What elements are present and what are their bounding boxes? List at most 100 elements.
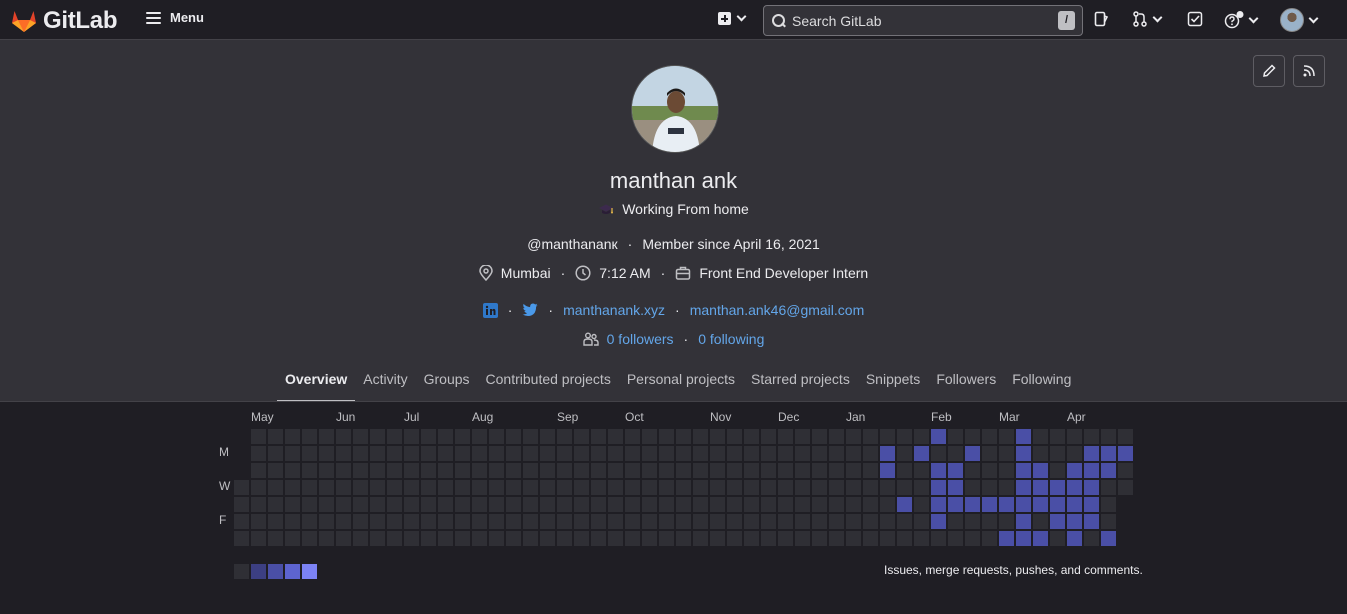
tab-following[interactable]: Following	[1004, 364, 1079, 402]
contribution-day-cell[interactable]	[931, 514, 946, 529]
contribution-day-cell[interactable]	[897, 531, 912, 546]
contribution-day-cell[interactable]	[455, 531, 470, 546]
contribution-day-cell[interactable]	[302, 514, 317, 529]
contribution-day-cell[interactable]	[880, 531, 895, 546]
contribution-day-cell[interactable]	[251, 463, 266, 478]
contribution-day-cell[interactable]	[574, 531, 589, 546]
contribution-day-cell[interactable]	[965, 514, 980, 529]
contribution-day-cell[interactable]	[999, 531, 1014, 546]
contribution-day-cell[interactable]	[506, 531, 521, 546]
contribution-day-cell[interactable]	[472, 531, 487, 546]
contribution-day-cell[interactable]	[404, 497, 419, 512]
contribution-day-cell[interactable]	[812, 531, 827, 546]
contribution-day-cell[interactable]	[489, 497, 504, 512]
contribution-day-cell[interactable]	[336, 480, 351, 495]
contribution-day-cell[interactable]	[353, 514, 368, 529]
contribution-day-cell[interactable]	[710, 429, 725, 444]
contribution-day-cell[interactable]	[761, 446, 776, 461]
contribution-day-cell[interactable]	[268, 497, 283, 512]
contribution-day-cell[interactable]	[625, 531, 640, 546]
contribution-day-cell[interactable]	[642, 514, 657, 529]
contribution-day-cell[interactable]	[319, 514, 334, 529]
contribution-day-cell[interactable]	[387, 463, 402, 478]
contribution-day-cell[interactable]	[1016, 480, 1031, 495]
contribution-day-cell[interactable]	[506, 514, 521, 529]
contribution-day-cell[interactable]	[523, 446, 538, 461]
contribution-day-cell[interactable]	[268, 514, 283, 529]
contribution-day-cell[interactable]	[880, 480, 895, 495]
contribution-day-cell[interactable]	[897, 497, 912, 512]
contribution-day-cell[interactable]	[472, 446, 487, 461]
contribution-day-cell[interactable]	[778, 480, 793, 495]
contribution-day-cell[interactable]	[285, 497, 300, 512]
contribution-day-cell[interactable]	[625, 514, 640, 529]
contribution-day-cell[interactable]	[370, 429, 385, 444]
contribution-day-cell[interactable]	[251, 497, 266, 512]
contribution-day-cell[interactable]	[1084, 514, 1099, 529]
contribution-day-cell[interactable]	[948, 480, 963, 495]
contribution-day-cell[interactable]	[557, 446, 572, 461]
contribution-day-cell[interactable]	[880, 514, 895, 529]
contribution-day-cell[interactable]	[710, 480, 725, 495]
contribution-day-cell[interactable]	[795, 531, 810, 546]
contribution-day-cell[interactable]	[693, 514, 708, 529]
contribution-day-cell[interactable]	[982, 463, 997, 478]
contribution-day-cell[interactable]	[863, 463, 878, 478]
contribution-day-cell[interactable]	[897, 446, 912, 461]
contribution-day-cell[interactable]	[523, 480, 538, 495]
contribution-day-cell[interactable]	[302, 497, 317, 512]
contribution-day-cell[interactable]	[557, 497, 572, 512]
contribution-day-cell[interactable]	[353, 531, 368, 546]
contribution-day-cell[interactable]	[897, 429, 912, 444]
contribution-day-cell[interactable]	[999, 514, 1014, 529]
contribution-day-cell[interactable]	[795, 446, 810, 461]
contribution-day-cell[interactable]	[846, 446, 861, 461]
contribution-day-cell[interactable]	[863, 429, 878, 444]
contribution-day-cell[interactable]	[914, 429, 929, 444]
contribution-day-cell[interactable]	[744, 463, 759, 478]
contribution-day-cell[interactable]	[268, 463, 283, 478]
contribution-day-cell[interactable]	[523, 514, 538, 529]
contribution-day-cell[interactable]	[727, 497, 742, 512]
contribution-day-cell[interactable]	[319, 531, 334, 546]
contribution-day-cell[interactable]	[1084, 531, 1099, 546]
contribution-day-cell[interactable]	[1118, 480, 1133, 495]
contribution-day-cell[interactable]	[574, 480, 589, 495]
contribution-day-cell[interactable]	[1101, 514, 1116, 529]
contribution-day-cell[interactable]	[676, 463, 691, 478]
contribution-day-cell[interactable]	[693, 531, 708, 546]
contribution-day-cell[interactable]	[948, 429, 963, 444]
contribution-day-cell[interactable]	[710, 531, 725, 546]
contribution-day-cell[interactable]	[353, 480, 368, 495]
contribution-day-cell[interactable]	[880, 497, 895, 512]
contribution-day-cell[interactable]	[302, 429, 317, 444]
contribution-day-cell[interactable]	[489, 480, 504, 495]
contribution-day-cell[interactable]	[931, 463, 946, 478]
contribution-day-cell[interactable]	[251, 514, 266, 529]
contribution-day-cell[interactable]	[914, 446, 929, 461]
contribution-day-cell[interactable]	[778, 514, 793, 529]
contribution-day-cell[interactable]	[421, 463, 436, 478]
contribution-day-cell[interactable]	[693, 446, 708, 461]
linkedin-icon[interactable]	[482, 302, 498, 318]
contribution-day-cell[interactable]	[370, 514, 385, 529]
contribution-day-cell[interactable]	[693, 429, 708, 444]
tab-starred-projects[interactable]: Starred projects	[743, 364, 858, 402]
contribution-day-cell[interactable]	[251, 480, 266, 495]
contribution-day-cell[interactable]	[438, 446, 453, 461]
contribution-day-cell[interactable]	[1067, 531, 1082, 546]
contribution-day-cell[interactable]	[336, 497, 351, 512]
contribution-day-cell[interactable]	[557, 429, 572, 444]
contribution-day-cell[interactable]	[268, 531, 283, 546]
contribution-day-cell[interactable]	[982, 514, 997, 529]
tab-overview[interactable]: Overview	[277, 364, 356, 402]
contribution-day-cell[interactable]	[591, 463, 606, 478]
contribution-day-cell[interactable]	[608, 531, 623, 546]
contribution-day-cell[interactable]	[982, 480, 997, 495]
contribution-day-cell[interactable]	[744, 429, 759, 444]
contribution-day-cell[interactable]	[387, 497, 402, 512]
contribution-day-cell[interactable]	[1033, 463, 1048, 478]
contribution-day-cell[interactable]	[404, 446, 419, 461]
contribution-day-cell[interactable]	[1050, 463, 1065, 478]
contribution-day-cell[interactable]	[812, 429, 827, 444]
